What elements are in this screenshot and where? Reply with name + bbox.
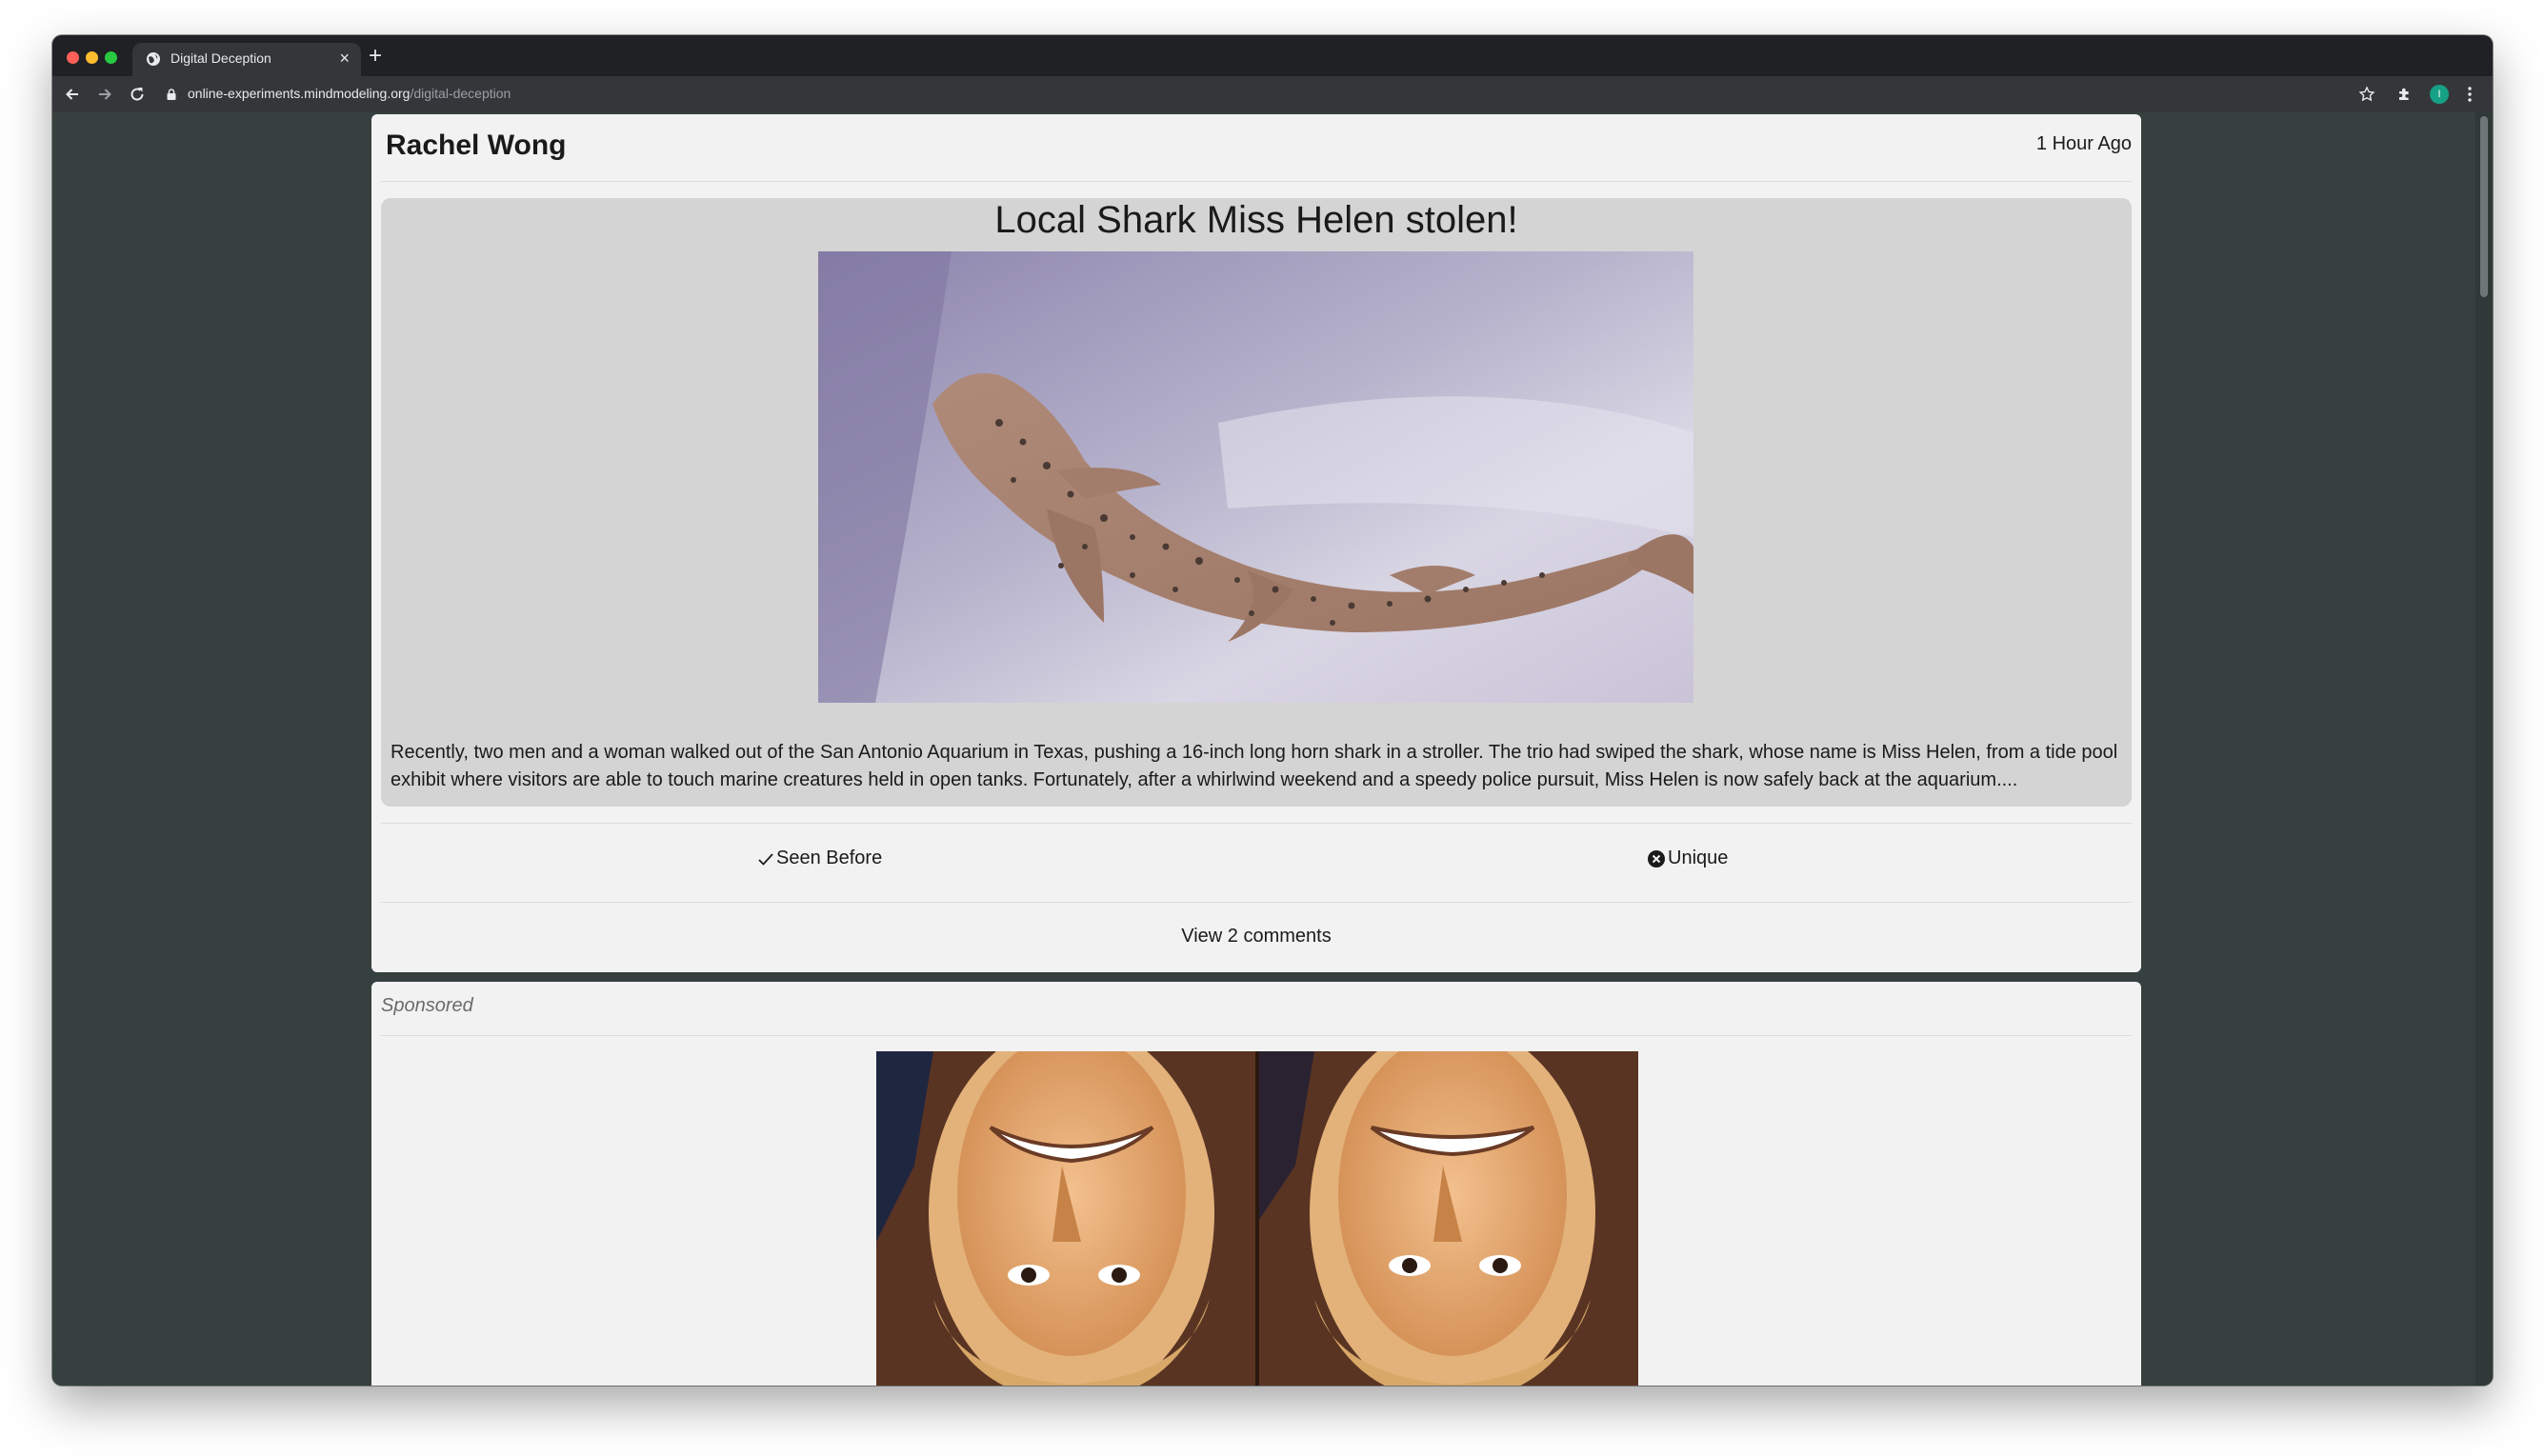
- post-author[interactable]: Rachel Wong: [386, 130, 566, 162]
- divider: [381, 181, 2132, 182]
- url-path: /digital-deception: [410, 86, 511, 101]
- post-timestamp: 1 Hour Ago: [2035, 133, 2132, 154]
- seen-before-label: Seen Before: [776, 848, 883, 868]
- divider: [381, 902, 2132, 903]
- lock-icon[interactable]: [165, 88, 178, 101]
- scrollbar-thumb[interactable]: [2480, 116, 2488, 297]
- browser-tab[interactable]: Digital Deception ×: [132, 43, 361, 76]
- unique-label: Unique: [1668, 848, 1729, 868]
- profile-initial: I: [2430, 85, 2449, 104]
- post-content: Local Shark Miss Helen stolen! Recently,…: [381, 198, 2132, 807]
- more-menu-icon[interactable]: [2458, 83, 2481, 106]
- tab-title: Digital Deception: [170, 50, 271, 66]
- seen-before-button[interactable]: Seen Before: [757, 848, 882, 869]
- close-window-button[interactable]: [67, 51, 79, 64]
- post-headline: Local Shark Miss Helen stolen!: [994, 199, 1518, 241]
- page-viewport[interactable]: Rachel Wong 1 Hour Ago Local Shark Miss …: [52, 112, 2493, 1386]
- maximize-window-button[interactable]: [105, 51, 117, 64]
- tab-bar: Digital Deception × +: [52, 35, 2493, 76]
- checkmark-icon: [758, 852, 773, 866]
- browser-window: Digital Deception × + online-experiments…: [52, 35, 2493, 1386]
- view-comments-link[interactable]: View 2 comments: [371, 926, 2141, 947]
- post-body: Recently, two men and a woman walked out…: [391, 742, 2118, 790]
- divider: [381, 823, 2132, 824]
- x-circle-icon: [1648, 849, 1665, 868]
- tab-close-icon[interactable]: ×: [339, 48, 350, 69]
- post-card: Rachel Wong 1 Hour Ago Local Shark Miss …: [371, 114, 2141, 972]
- address-bar[interactable]: online-experiments.mindmodeling.org/digi…: [188, 86, 511, 101]
- back-arrow-icon[interactable]: [60, 82, 85, 107]
- extensions-puzzle-icon[interactable]: [2394, 83, 2416, 106]
- browser-toolbar: online-experiments.mindmodeling.org/digi…: [52, 76, 2493, 112]
- upside-down-faces-photo[interactable]: [876, 1051, 1638, 1386]
- divider: [381, 1035, 2132, 1036]
- sponsored-card: Sponsored: [371, 982, 2141, 1386]
- url-host: online-experiments.mindmodeling.org: [188, 86, 411, 101]
- page-scrollbar[interactable]: [2475, 112, 2493, 1386]
- unique-button[interactable]: Unique: [1647, 848, 1728, 869]
- reload-icon[interactable]: [125, 82, 150, 107]
- minimize-window-button[interactable]: [86, 51, 98, 64]
- globe-icon: [147, 52, 160, 66]
- sponsored-label: Sponsored: [381, 995, 473, 1016]
- shark-photo: [818, 251, 1693, 703]
- profile-avatar[interactable]: I: [2428, 83, 2451, 106]
- forward-arrow-icon[interactable]: [92, 82, 117, 107]
- new-tab-button[interactable]: +: [369, 44, 382, 69]
- bookmark-star-icon[interactable]: [2355, 83, 2378, 106]
